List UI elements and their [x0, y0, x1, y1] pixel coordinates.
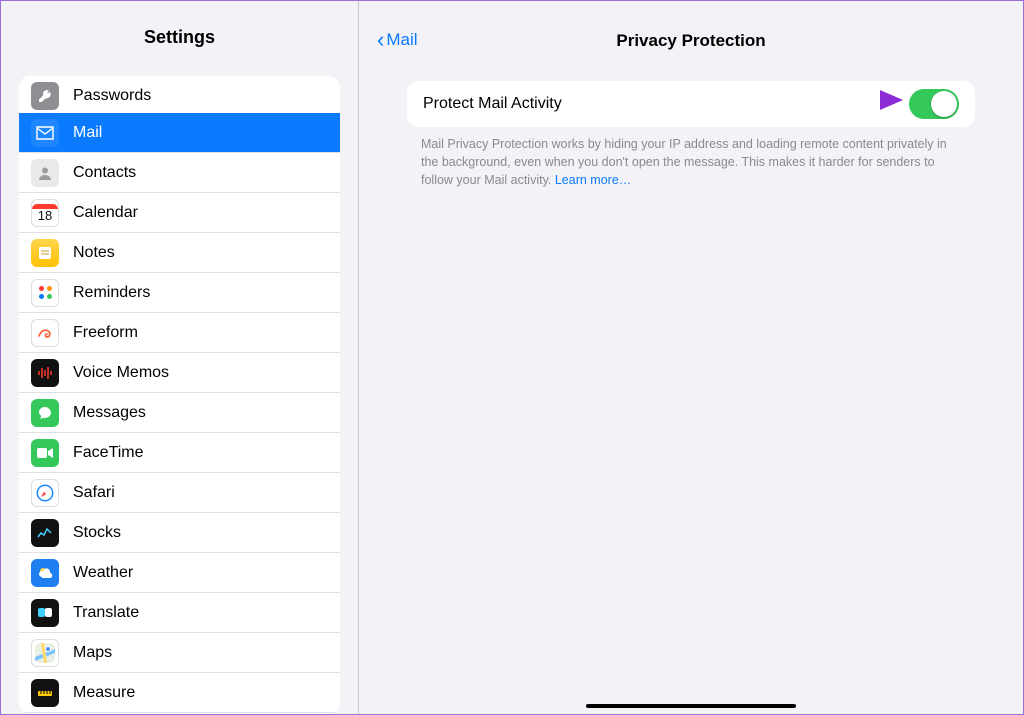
cloud-sun-icon	[31, 559, 59, 587]
sidebar-item-notes[interactable]: Notes	[19, 233, 340, 273]
sidebar-item-stocks[interactable]: Stocks	[19, 513, 340, 553]
sidebar-item-calendar[interactable]: 18 Calendar	[19, 193, 340, 233]
sidebar-item-measure[interactable]: Measure	[19, 673, 340, 713]
waveform-icon	[31, 359, 59, 387]
freeform-icon	[31, 319, 59, 347]
video-icon	[31, 439, 59, 467]
protect-mail-activity-row: Protect Mail Activity	[407, 81, 975, 127]
learn-more-link[interactable]: Learn more…	[555, 173, 631, 187]
sidebar-item-label: Mail	[73, 124, 102, 142]
ruler-icon	[31, 679, 59, 707]
sidebar-item-label: Messages	[73, 404, 146, 422]
sidebar-item-weather[interactable]: Weather	[19, 553, 340, 593]
sidebar-item-label: Translate	[73, 604, 139, 622]
sidebar-item-voicememos[interactable]: Voice Memos	[19, 353, 340, 393]
map-icon	[31, 639, 59, 667]
content-title: Privacy Protection	[359, 31, 1023, 51]
sidebar-item-contacts[interactable]: Contacts	[19, 153, 340, 193]
sidebar-item-safari[interactable]: Safari	[19, 473, 340, 513]
sidebar-item-label: Stocks	[73, 524, 121, 542]
sidebar-item-label: Reminders	[73, 284, 150, 302]
setting-description: Mail Privacy Protection works by hiding …	[421, 135, 961, 189]
protect-mail-activity-toggle[interactable]	[909, 89, 959, 119]
content-pane: ‹ Mail Privacy Protection Protect Mail A…	[359, 1, 1023, 714]
sidebar-item-label: Freeform	[73, 324, 138, 342]
settings-sidebar: Settings Passwords Mail Contacts	[1, 1, 359, 714]
notes-icon	[31, 239, 59, 267]
page-title: Settings	[1, 1, 358, 58]
sidebar-item-label: FaceTime	[73, 444, 144, 462]
settings-panel: Protect Mail Activity	[407, 81, 975, 127]
reminders-icon	[31, 279, 59, 307]
sidebar-item-label: Maps	[73, 644, 112, 662]
speech-bubble-icon	[31, 399, 59, 427]
sidebar-item-label: Contacts	[73, 164, 136, 182]
sidebar-item-facetime[interactable]: FaceTime	[19, 433, 340, 473]
sidebar-item-maps[interactable]: Maps	[19, 633, 340, 673]
envelope-icon	[31, 119, 59, 147]
sidebar-item-label: Calendar	[73, 204, 138, 222]
person-icon	[31, 159, 59, 187]
toggle-knob	[931, 91, 957, 117]
sidebar-item-label: Measure	[73, 684, 135, 702]
sidebar-item-label: Passwords	[73, 87, 151, 105]
sidebar-item-label: Weather	[73, 564, 133, 582]
sidebar-item-mail[interactable]: Mail	[19, 113, 340, 153]
sidebar-item-label: Safari	[73, 484, 115, 502]
sidebar-item-messages[interactable]: Messages	[19, 393, 340, 433]
chart-line-icon	[31, 519, 59, 547]
sidebar-item-passwords[interactable]: Passwords	[19, 76, 340, 114]
compass-icon	[31, 479, 59, 507]
sidebar-item-label: Notes	[73, 244, 115, 262]
sidebar-item-label: Voice Memos	[73, 364, 169, 382]
calendar-icon: 18	[31, 199, 59, 227]
sidebar-item-freeform[interactable]: Freeform	[19, 313, 340, 353]
sidebar-item-translate[interactable]: Translate	[19, 593, 340, 633]
home-indicator[interactable]	[586, 704, 796, 709]
sidebar-item-shortcuts[interactable]: Shortcuts	[19, 713, 340, 714]
translate-icon	[31, 599, 59, 627]
key-icon	[31, 82, 59, 110]
toggle-label: Protect Mail Activity	[423, 95, 562, 113]
sidebar-item-reminders[interactable]: Reminders	[19, 273, 340, 313]
